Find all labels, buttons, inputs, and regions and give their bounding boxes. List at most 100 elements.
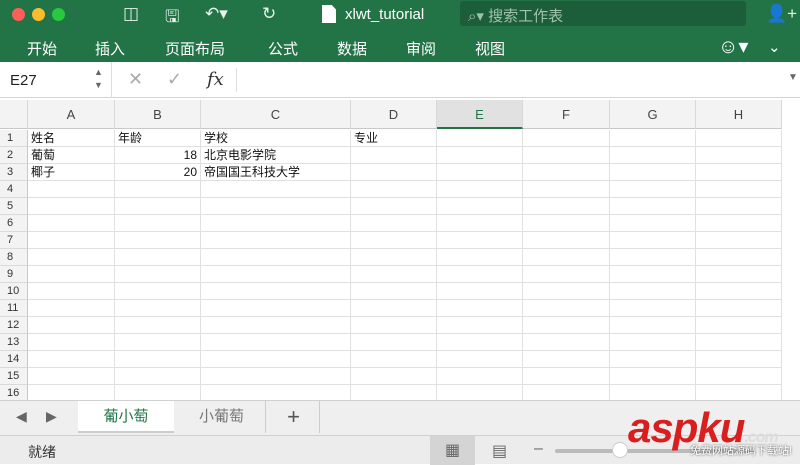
cell-a7[interactable] [28, 232, 115, 249]
cell-h15[interactable] [696, 368, 782, 385]
cell-f1[interactable] [523, 130, 610, 147]
cell-e3[interactable] [437, 164, 523, 181]
row-header[interactable]: 2 [0, 147, 28, 164]
tab-view[interactable]: 视图 [475, 38, 505, 59]
cell-h2[interactable] [696, 147, 782, 164]
cell-b5[interactable] [115, 198, 201, 215]
cell-c12[interactable] [201, 317, 351, 334]
cell-g10[interactable] [610, 283, 696, 300]
cell-f7[interactable] [523, 232, 610, 249]
cell-e1[interactable] [437, 130, 523, 147]
cell-b16[interactable] [115, 385, 201, 400]
cell-f16[interactable] [523, 385, 610, 400]
cell-h16[interactable] [696, 385, 782, 400]
cell-e8[interactable] [437, 249, 523, 266]
cell-h9[interactable] [696, 266, 782, 283]
cell-g1[interactable] [610, 130, 696, 147]
name-box[interactable]: E27 [10, 72, 37, 89]
column-header-f[interactable]: F [523, 100, 610, 129]
row-header[interactable]: 3 [0, 164, 28, 181]
cell-g4[interactable] [610, 181, 696, 198]
cell-g12[interactable] [610, 317, 696, 334]
cell-d9[interactable] [351, 266, 437, 283]
cell-c11[interactable] [201, 300, 351, 317]
cell-f8[interactable] [523, 249, 610, 266]
cell-b4[interactable] [115, 181, 201, 198]
cell-h7[interactable] [696, 232, 782, 249]
row-header[interactable]: 12 [0, 317, 28, 334]
zoom-slider-thumb[interactable] [612, 442, 628, 458]
cell-g14[interactable] [610, 351, 696, 368]
cell-f10[interactable] [523, 283, 610, 300]
cell-b15[interactable] [115, 368, 201, 385]
cell-b12[interactable] [115, 317, 201, 334]
search-sheet-input[interactable]: ⌕▾ 搜索工作表 [460, 1, 746, 26]
cell-a14[interactable] [28, 351, 115, 368]
cell-g11[interactable] [610, 300, 696, 317]
cell-f13[interactable] [523, 334, 610, 351]
cell-d1[interactable]: 专业 [351, 130, 437, 147]
enter-icon[interactable]: ✓ [167, 69, 182, 90]
cell-g2[interactable] [610, 147, 696, 164]
cell-b2[interactable]: 18 [115, 147, 201, 164]
cell-e11[interactable] [437, 300, 523, 317]
cell-d11[interactable] [351, 300, 437, 317]
cell-f6[interactable] [523, 215, 610, 232]
redo-icon[interactable]: ↻ [262, 4, 276, 24]
next-sheet-icon[interactable]: ▶ [46, 408, 57, 425]
row-header[interactable]: 1 [0, 130, 28, 147]
cell-b7[interactable] [115, 232, 201, 249]
zoom-out-button[interactable]: – [534, 440, 543, 458]
cell-d3[interactable] [351, 164, 437, 181]
cell-h10[interactable] [696, 283, 782, 300]
cell-d4[interactable] [351, 181, 437, 198]
formula-input[interactable] [236, 68, 800, 92]
cell-e5[interactable] [437, 198, 523, 215]
close-window-button[interactable] [12, 8, 25, 21]
undo-icon[interactable]: ↶▾ [205, 4, 228, 24]
cell-b13[interactable] [115, 334, 201, 351]
cell-g6[interactable] [610, 215, 696, 232]
sheet-tab-active[interactable]: 葡小萄 [78, 401, 174, 433]
cell-c5[interactable] [201, 198, 351, 215]
row-header[interactable]: 8 [0, 249, 28, 266]
cell-e13[interactable] [437, 334, 523, 351]
cell-h6[interactable] [696, 215, 782, 232]
cell-h4[interactable] [696, 181, 782, 198]
cell-d14[interactable] [351, 351, 437, 368]
cell-c8[interactable] [201, 249, 351, 266]
expand-formula-icon[interactable]: ▼ [788, 72, 798, 83]
cell-c3[interactable]: 帝国国王科技大学 [201, 164, 351, 181]
cell-d2[interactable] [351, 147, 437, 164]
cell-e4[interactable] [437, 181, 523, 198]
share-user-icon[interactable]: 👤+ [766, 4, 797, 24]
page-layout-view-button[interactable]: ▤ [492, 441, 507, 461]
row-header[interactable]: 15 [0, 368, 28, 385]
tab-data[interactable]: 数据 [337, 38, 367, 59]
normal-view-button[interactable]: ▦ [430, 436, 475, 465]
cell-g13[interactable] [610, 334, 696, 351]
sheet-tab[interactable]: 小葡萄 [178, 401, 266, 433]
name-box-stepper-icon[interactable]: ▲ ▼ [94, 66, 103, 92]
cell-c9[interactable] [201, 266, 351, 283]
cell-c1[interactable]: 学校 [201, 130, 351, 147]
cell-a11[interactable] [28, 300, 115, 317]
cell-c15[interactable] [201, 368, 351, 385]
column-header-a[interactable]: A [28, 100, 115, 129]
cell-a10[interactable] [28, 283, 115, 300]
cell-e10[interactable] [437, 283, 523, 300]
row-header[interactable]: 7 [0, 232, 28, 249]
row-header[interactable]: 13 [0, 334, 28, 351]
cell-a3[interactable]: 椰子 [28, 164, 115, 181]
cell-a6[interactable] [28, 215, 115, 232]
row-header[interactable]: 5 [0, 198, 28, 215]
cell-h11[interactable] [696, 300, 782, 317]
row-header[interactable]: 14 [0, 351, 28, 368]
cell-e15[interactable] [437, 368, 523, 385]
add-sheet-button[interactable]: + [268, 401, 320, 433]
cell-f9[interactable] [523, 266, 610, 283]
cell-e16[interactable] [437, 385, 523, 400]
smiley-feedback-icon[interactable]: ☺▾ [718, 34, 748, 59]
column-header-c[interactable]: C [201, 100, 351, 129]
cell-a4[interactable] [28, 181, 115, 198]
